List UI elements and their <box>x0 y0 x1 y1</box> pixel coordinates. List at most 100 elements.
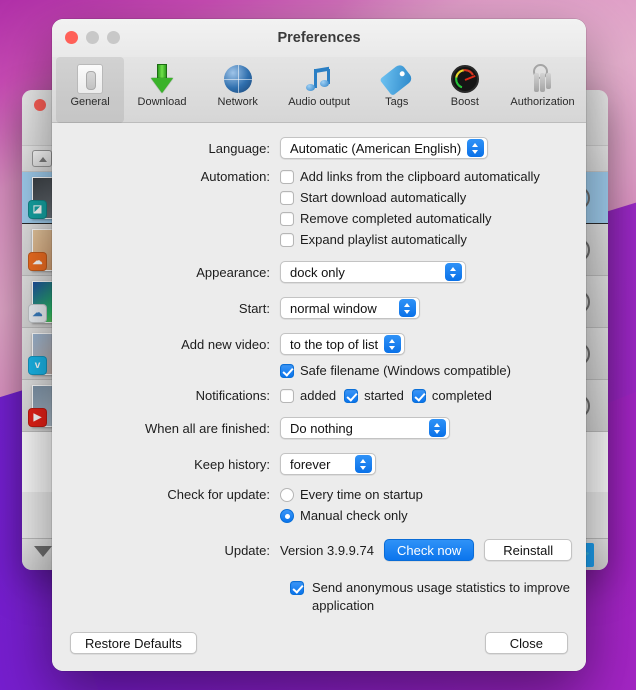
chevron-updown-icon <box>399 299 416 317</box>
checkbox-box[interactable] <box>290 581 304 595</box>
radio-label: Every time on startup <box>300 487 423 502</box>
add-new-video-select[interactable]: to the top of list <box>280 333 405 355</box>
checkbox-label: Send anonymous usage statistics to impro… <box>312 579 580 614</box>
close-window-button[interactable]: Close <box>485 632 568 654</box>
appearance-select[interactable]: dock only <box>280 261 466 283</box>
add-new-video-label: Add new video: <box>52 337 280 352</box>
checkbox-expand-playlist[interactable]: Expand playlist automatically <box>280 232 467 247</box>
checkbox-box[interactable] <box>280 389 294 403</box>
checkbox-label: added <box>300 388 336 403</box>
when-finished-row: When all are finished: Do nothing <box>52 417 586 439</box>
keyring-icon <box>525 62 559 96</box>
chevron-updown-icon <box>355 455 372 473</box>
add-new-video-value: to the top of list <box>290 337 378 352</box>
check-update-row-2: Manual check only <box>52 508 586 523</box>
minimize-button[interactable] <box>86 31 99 44</box>
checkbox-box[interactable] <box>280 191 294 205</box>
service-badge: v <box>28 356 47 375</box>
language-row: Language: Automatic (American English) <box>52 137 586 159</box>
tab-network-label: Network <box>218 96 258 108</box>
checkbox-label: Start download automatically <box>300 190 466 205</box>
language-select[interactable]: Automatic (American English) <box>280 137 488 159</box>
checkbox-box[interactable] <box>280 170 294 184</box>
service-badge: ◪ <box>28 200 47 219</box>
checkbox-box[interactable] <box>412 389 426 403</box>
preferences-toolbar[interactable]: General Download Network Audio output <box>52 57 586 123</box>
check-now-button[interactable]: Check now <box>384 539 474 561</box>
tab-download[interactable]: Download <box>124 57 200 123</box>
checkbox-safe-filename[interactable]: Safe filename (Windows compatible) <box>280 363 511 378</box>
language-label: Language: <box>52 141 280 156</box>
funnel-icon[interactable] <box>34 546 52 557</box>
appearance-value: dock only <box>290 265 345 280</box>
when-finished-value: Do nothing <box>290 421 353 436</box>
restore-defaults-button[interactable]: Restore Defaults <box>70 632 197 654</box>
radio-button[interactable] <box>280 509 294 523</box>
radio-manual-only[interactable]: Manual check only <box>280 508 408 523</box>
collapse-icon[interactable] <box>32 150 52 167</box>
checkbox-notify-completed[interactable]: completed <box>412 388 492 403</box>
start-row: Start: normal window <box>52 297 586 319</box>
keep-history-label: Keep history: <box>52 457 280 472</box>
checkbox-box[interactable] <box>280 212 294 226</box>
checkbox-label: started <box>364 388 404 403</box>
tab-boost[interactable]: Boost <box>431 57 499 123</box>
safe-filename-row: Safe filename (Windows compatible) <box>52 363 586 378</box>
language-value: Automatic (American English) <box>290 141 461 156</box>
zoom-button[interactable] <box>107 31 120 44</box>
add-new-video-row: Add new video: to the top of list <box>52 333 586 355</box>
service-badge: ▶ <box>28 408 47 427</box>
start-select[interactable]: normal window <box>280 297 420 319</box>
preferences-window[interactable]: Preferences General Download Network <box>52 19 586 671</box>
radio-button[interactable] <box>280 488 294 502</box>
tab-authorization[interactable]: Authorization <box>499 57 586 123</box>
checkbox-label: Add links from the clipboard automatical… <box>300 169 540 184</box>
tab-boost-label: Boost <box>451 96 479 108</box>
speedometer-icon <box>448 62 482 96</box>
checkbox-box[interactable] <box>280 364 294 378</box>
general-pane: Language: Automatic (American English) A… <box>52 123 586 615</box>
start-label: Start: <box>52 301 280 316</box>
tab-network[interactable]: Network <box>200 57 276 123</box>
radio-every-startup[interactable]: Every time on startup <box>280 487 423 502</box>
checkbox-remove-completed[interactable]: Remove completed automatically <box>280 211 491 226</box>
tab-tags-label: Tags <box>385 96 408 108</box>
automation-row-4: Expand playlist automatically <box>52 232 586 247</box>
checkbox-box[interactable] <box>280 233 294 247</box>
general-switch-icon <box>73 62 107 96</box>
tab-audio-output[interactable]: Audio output <box>276 57 363 123</box>
checkbox-label: Remove completed automatically <box>300 211 491 226</box>
automation-row-3: Remove completed automatically <box>52 211 586 226</box>
checkbox-box[interactable] <box>344 389 358 403</box>
titlebar: Preferences <box>52 19 586 57</box>
service-badge: ☁ <box>28 252 47 271</box>
tab-general[interactable]: General <box>56 57 124 123</box>
tab-tags[interactable]: Tags <box>363 57 431 123</box>
chevron-updown-icon <box>384 335 401 353</box>
checkbox-notify-added[interactable]: added <box>280 388 336 403</box>
tag-icon <box>380 62 414 96</box>
notifications-label: Notifications: <box>52 388 280 403</box>
keep-history-value: forever <box>290 457 330 472</box>
checkbox-notify-started[interactable]: started <box>344 388 404 403</box>
reinstall-button[interactable]: Reinstall <box>484 539 572 561</box>
appearance-label: Appearance: <box>52 265 280 280</box>
checkbox-label: Safe filename (Windows compatible) <box>300 363 511 378</box>
globe-icon <box>221 62 255 96</box>
close-button[interactable] <box>65 31 78 44</box>
chevron-updown-icon <box>429 419 446 437</box>
tab-general-label: General <box>71 96 110 108</box>
checkbox-start-download[interactable]: Start download automatically <box>280 190 466 205</box>
traffic-lights[interactable] <box>65 31 120 44</box>
tab-authorization-label: Authorization <box>510 96 574 108</box>
service-badge: ☁ <box>28 304 47 323</box>
checkbox-add-links[interactable]: Add links from the clipboard automatical… <box>280 169 540 184</box>
automation-row-1: Automation: Add links from the clipboard… <box>52 169 586 184</box>
when-finished-select[interactable]: Do nothing <box>280 417 450 439</box>
version-text: Version 3.9.9.74 <box>280 543 374 558</box>
keep-history-select[interactable]: forever <box>280 453 376 475</box>
checkbox-label: completed <box>432 388 492 403</box>
music-note-icon <box>302 62 336 96</box>
automation-row-2: Start download automatically <box>52 190 586 205</box>
checkbox-send-statistics[interactable]: Send anonymous usage statistics to impro… <box>290 579 580 614</box>
